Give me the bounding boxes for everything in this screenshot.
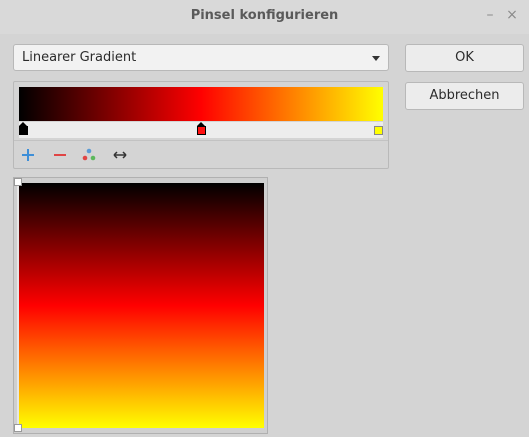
gradient-start-handle[interactable] xyxy=(14,178,22,186)
gradient-bar[interactable] xyxy=(19,87,383,121)
gradient-end-handle[interactable] xyxy=(14,424,22,432)
minimize-icon[interactable]: – xyxy=(480,5,500,25)
remove-stop-icon[interactable] xyxy=(51,146,69,164)
gradient-stops-track[interactable] xyxy=(19,122,383,138)
flip-gradient-icon[interactable] xyxy=(111,146,129,164)
title-bar: Pinsel konfigurieren – × xyxy=(0,0,529,34)
gradient-preview-frame xyxy=(13,177,268,434)
add-stop-icon[interactable] xyxy=(19,146,37,164)
gradient-stop-red[interactable] xyxy=(197,122,206,136)
gradient-editor xyxy=(13,81,389,169)
gradient-direction-line xyxy=(17,186,19,424)
close-icon[interactable]: × xyxy=(502,5,522,25)
colors-icon[interactable] xyxy=(80,146,98,164)
ok-button[interactable]: OK xyxy=(405,44,524,72)
gradient-stop-yellow[interactable] xyxy=(374,122,383,136)
window-title: Pinsel konfigurieren xyxy=(190,8,339,23)
gradient-preview xyxy=(19,183,264,428)
chevron-down-icon xyxy=(372,56,380,61)
cancel-button[interactable]: Abbrechen xyxy=(405,82,524,110)
brush-type-dropdown[interactable]: Linearer Gradient xyxy=(13,44,389,71)
toolbar-divider xyxy=(14,140,388,141)
brush-type-value: Linearer Gradient xyxy=(22,50,137,65)
gradient-stop-black[interactable] xyxy=(19,122,28,136)
